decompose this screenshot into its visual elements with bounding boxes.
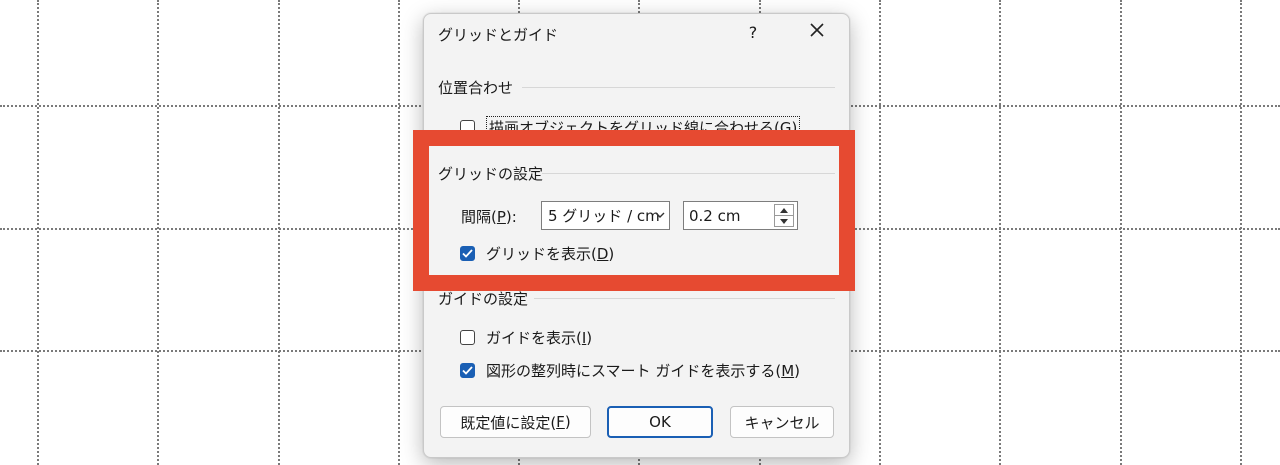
snap-to-grid-checkbox[interactable] <box>460 120 475 135</box>
smart-guides-label: 図形の整列時にスマート ガイドを表示する(M) <box>486 362 800 380</box>
grid-section-divider <box>542 173 835 174</box>
grid-spacing-value: 0.2 cm <box>689 206 741 225</box>
guide-section-divider <box>534 298 835 299</box>
grid-and-guides-dialog: グリッドとガイド ? 位置合わせ 描画オブジェクトをグリッド線に合わせる(G) … <box>423 13 850 458</box>
ok-button[interactable]: OK <box>607 406 713 438</box>
spin-up-button[interactable] <box>775 205 793 215</box>
align-section-divider <box>522 87 835 88</box>
guide-section-label: ガイドの設定 <box>438 290 529 308</box>
spin-buttons <box>774 204 794 227</box>
show-guides-checkbox[interactable] <box>460 330 475 345</box>
grid-spacing-select-value: 5 グリッド / cm <box>548 207 660 225</box>
help-button[interactable]: ? <box>740 20 766 46</box>
dialog-title: グリッドとガイド <box>438 26 559 44</box>
spin-down-button[interactable] <box>775 215 793 226</box>
smart-guides-checkbox[interactable] <box>460 363 475 378</box>
show-grid-checkbox-row[interactable]: グリッドを表示(D) <box>460 243 614 264</box>
show-guides-checkbox-row[interactable]: ガイドを表示(I) <box>460 327 592 348</box>
show-grid-label: グリッドを表示(D) <box>486 245 615 263</box>
chevron-down-icon <box>655 212 665 218</box>
snap-to-grid-checkbox-row[interactable]: 描画オブジェクトをグリッド線に合わせる(G) <box>460 116 801 139</box>
cancel-button[interactable]: キャンセル <box>730 406 834 438</box>
checkmark-icon <box>462 366 473 375</box>
spacing-label: 間隔(P): <box>461 208 517 226</box>
show-grid-checkbox[interactable] <box>460 246 475 261</box>
set-default-button[interactable]: 既定値に設定(F) <box>440 406 591 438</box>
snap-to-grid-label: 描画オブジェクトをグリッド線に合わせる(G) <box>486 116 801 139</box>
grid-spacing-spinbox[interactable]: 0.2 cm <box>683 201 798 230</box>
show-guides-label: ガイドを表示(I) <box>486 329 593 347</box>
smart-guides-checkbox-row[interactable]: 図形の整列時にスマート ガイドを表示する(M) <box>460 360 800 381</box>
triangle-up-icon <box>780 207 788 213</box>
close-button[interactable] <box>802 20 832 46</box>
align-section-label: 位置合わせ <box>438 79 514 97</box>
grid-section-label: グリッドの設定 <box>438 165 544 183</box>
close-icon <box>810 23 824 37</box>
checkmark-icon <box>462 249 473 258</box>
grid-spacing-select[interactable]: 5 グリッド / cm <box>541 201 670 230</box>
triangle-down-icon <box>780 218 788 224</box>
